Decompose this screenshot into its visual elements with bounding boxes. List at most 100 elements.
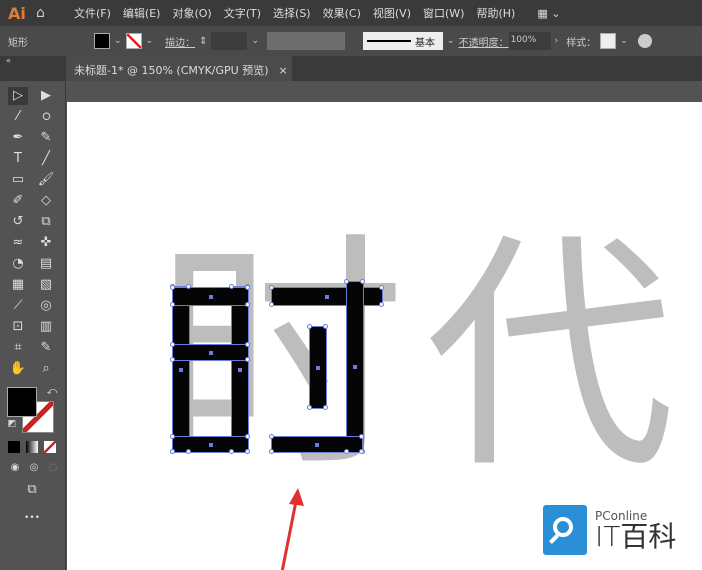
workspace-switcher-icon[interactable]: ▦ ⌄ [537,7,560,20]
menu-effect[interactable]: 效果(C) [323,5,361,21]
chevron-right-icon[interactable]: › [555,36,559,46]
chevron-down-icon[interactable]: ⌄ [251,36,259,46]
fill-swatch[interactable] [94,33,110,49]
opacity-input[interactable]: 100% [508,32,551,50]
menu-help[interactable]: 帮助(H) [476,5,515,21]
stroke-label[interactable]: 描边： [165,34,195,49]
mesh-tool-icon[interactable]: ▦ [8,276,28,294]
eyedropper-tool-icon[interactable]: ⟋ [8,297,28,315]
anchor-point[interactable] [379,302,384,307]
pen-tool-icon[interactable]: ✒ [8,129,28,147]
anchor-point[interactable] [170,285,175,290]
anchor-point[interactable] [170,434,175,439]
magic-wand-tool-icon[interactable]: ⁄ [8,108,28,126]
anchor-point[interactable] [379,285,384,290]
menu-edit[interactable]: 编辑(E) [123,5,161,21]
chevron-down-icon[interactable]: ⌄ [114,36,122,46]
zoom-tool-icon[interactable]: ⌕ [36,360,56,378]
stroke-swatch[interactable] [125,33,142,49]
lasso-tool-icon[interactable]: ഠ [36,108,56,126]
anchor-point[interactable] [245,434,250,439]
hand-tool-icon[interactable]: ✋ [8,360,28,378]
anchor-point[interactable] [269,302,274,307]
anchor-point[interactable] [186,284,191,289]
column-graph-tool-icon[interactable]: ▥ [36,318,56,336]
symbol-sprayer-tool-icon[interactable]: ⊡ [8,318,28,336]
collapse-panel-icon[interactable]: « [6,56,11,65]
anchor-point[interactable] [269,434,274,439]
shape-builder-tool-icon[interactable]: ◔ [8,255,28,273]
type-tool-icon[interactable]: T [8,150,28,168]
anchor-point[interactable] [359,449,364,454]
default-colors-icon[interactable]: ◩ [2,415,22,433]
anchor-point[interactable] [229,449,234,454]
blend-tool-icon[interactable]: ◎ [36,297,56,315]
anchor-point[interactable] [323,324,328,329]
fill-color-box[interactable] [7,387,37,417]
brush-definition[interactable]: 基本 [363,32,444,50]
anchor-point[interactable] [245,357,250,362]
anchor-point[interactable] [245,449,250,454]
menu-select[interactable]: 选择(S) [273,5,311,21]
draw-behind-icon[interactable]: ◎ [24,459,44,477]
none-mode-icon[interactable] [44,441,56,453]
stroke-weight-input[interactable] [211,32,248,50]
style-swatch[interactable] [600,33,617,49]
swap-colors-icon[interactable]: ⤺ [42,383,62,401]
close-tab-icon[interactable]: × [279,64,288,77]
rotate-tool-icon[interactable]: ↺ [8,213,28,231]
home-icon[interactable]: ⌂ [36,5,62,21]
scale-tool-icon[interactable]: ⧉ [36,213,56,231]
menu-window[interactable]: 窗口(W) [423,5,464,21]
gradient-mode-icon[interactable] [26,441,38,453]
anchor-point[interactable] [344,279,349,284]
draw-normal-icon[interactable]: ◉ [5,459,25,477]
perspective-grid-tool-icon[interactable]: ▤ [36,255,56,273]
anchor-point[interactable] [269,285,274,290]
anchor-point[interactable] [170,449,175,454]
shaper-tool-icon[interactable]: ✐ [8,192,28,210]
anchor-point[interactable] [245,285,250,290]
gradient-tool-icon[interactable]: ▧ [36,276,56,294]
anchor-point[interactable] [323,405,328,410]
menu-type[interactable]: 文字(T) [224,5,261,21]
rectangle-tool-icon[interactable]: ▭ [8,171,28,189]
anchor-point[interactable] [360,279,365,284]
document-tab[interactable]: 未标题-1* @ 150% (CMYK/GPU 预览) × [66,56,292,81]
artboard-canvas[interactable]: 时代 [67,102,702,570]
color-mode-icon[interactable] [8,441,20,453]
chevron-down-icon[interactable]: ⌄ [447,36,455,46]
anchor-point[interactable] [307,405,312,410]
selection-tool-icon[interactable]: ▷ [8,87,28,105]
anchor-point[interactable] [170,302,175,307]
draw-inside-icon[interactable]: ○ [43,459,63,477]
warp-tool-icon[interactable]: ≈ [8,234,28,252]
slice-tool-icon[interactable]: ✎ [36,339,56,357]
anchor-point[interactable] [170,357,175,362]
anchor-point[interactable] [359,434,364,439]
artboard-tool-icon[interactable]: ⌗ [8,339,28,357]
eraser-tool-icon[interactable]: ◇ [36,192,56,210]
curvature-tool-icon[interactable]: ✎ [36,129,56,147]
menu-file[interactable]: 文件(F) [74,5,111,21]
anchor-point[interactable] [229,284,234,289]
stroke-weight-stepper[interactable]: ⇕ [199,36,207,47]
anchor-point[interactable] [245,342,250,347]
more-tools-button[interactable]: ••• [22,509,42,527]
chevron-down-icon[interactable]: ⌄ [146,36,154,46]
anchor-point[interactable] [245,302,250,307]
anchor-point[interactable] [307,324,312,329]
line-tool-icon[interactable]: ╱ [36,150,56,168]
opacity-label[interactable]: 不透明度： [459,34,509,49]
anchor-point[interactable] [186,449,191,454]
menu-view[interactable]: 视图(V) [373,5,411,21]
chevron-down-icon[interactable]: ⌄ [620,36,628,46]
anchor-point[interactable] [344,449,349,454]
puppet-warp-tool-icon[interactable]: ✜ [36,234,56,252]
screen-mode-icon[interactable]: ⧉ [22,481,42,499]
direct-selection-tool-icon[interactable]: ▶ [36,87,56,105]
paintbrush-tool-icon[interactable]: 🖌 [36,171,56,189]
variable-width-profile[interactable] [267,32,346,50]
recolor-icon[interactable] [637,34,652,48]
anchor-point[interactable] [170,342,175,347]
